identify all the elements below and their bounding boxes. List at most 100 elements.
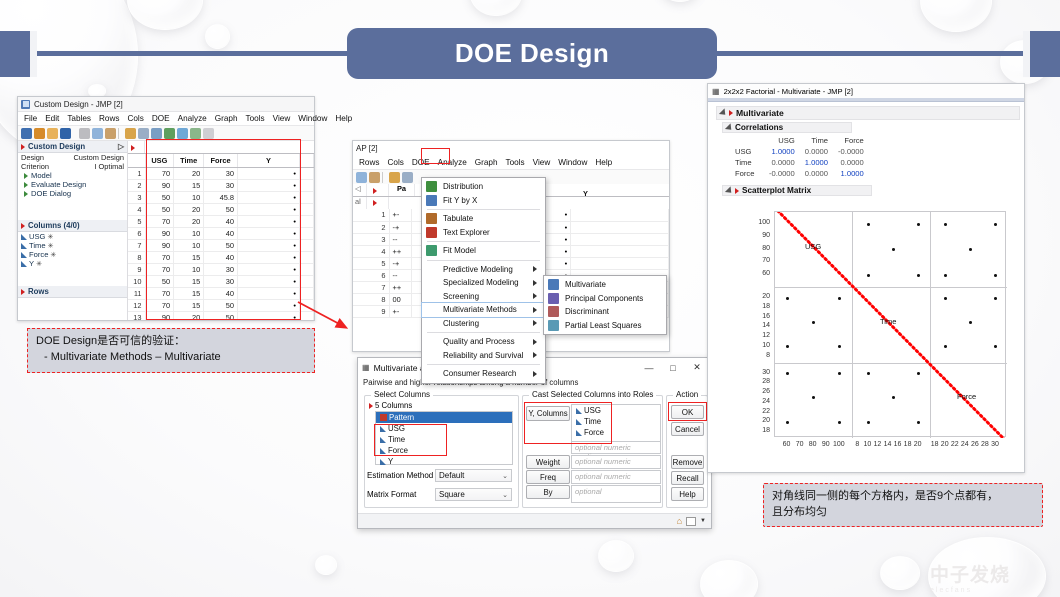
menu-analyze[interactable]: Analyze [434,158,471,167]
submenu-item-discriminant[interactable]: Discriminant [544,305,666,319]
menu-item-clustering[interactable]: Clustering [422,317,545,331]
red-triangle-menu-icon[interactable] [735,187,739,194]
help-button[interactable]: Help [671,487,704,501]
select-estimation-method[interactable]: Default ⌄ [435,469,512,482]
row-number[interactable]: 2 [128,179,146,192]
cell-usg[interactable]: 90 [145,311,175,320]
row-number[interactable]: 3 [128,191,146,204]
cell-force[interactable]: 30 [203,263,238,276]
table-row[interactable]: 8 70 15 40 • [128,251,314,264]
row-menu-icon[interactable] [131,145,135,151]
menu-doe[interactable]: DOE [148,114,174,123]
menu-rows[interactable]: Rows [95,114,123,123]
row-number[interactable]: 4 [128,203,146,216]
expand-triangle-icon[interactable] [24,190,28,197]
footer-box-icon[interactable] [686,516,697,526]
cell-pattern[interactable]: -+ [389,257,412,270]
menubar-analyze-window[interactable]: Rows Cols DOE Analyze Graph Tools View W… [353,156,669,170]
cell-force[interactable]: 50 [203,239,238,252]
menu-window[interactable]: Window [294,114,331,123]
menu-analyze[interactable]: Analyze [174,114,211,123]
cell-usg[interactable]: 50 [145,203,175,216]
role-button-by[interactable]: By [526,485,570,499]
menu-graph[interactable]: Graph [471,158,502,167]
expand-triangle-icon[interactable] [24,172,28,179]
role-button-y-columns[interactable]: Y, Columns [526,406,570,421]
col-header-usg[interactable]: USG [145,154,175,168]
cell-pattern[interactable]: -+ [389,221,412,234]
cell-force[interactable]: 40 [203,215,238,228]
window-custom-design[interactable]: Custom Design - JMP [2] File Edit Tables… [17,96,352,321]
cell-force[interactable]: 50 [203,311,238,320]
menu-cols[interactable]: Cols [123,114,147,123]
select-columns-listbox[interactable]: Pattern USG Time Force Y [375,411,513,467]
panel-header-design[interactable]: Custom Design ▷ [18,141,127,153]
submenu-item-partial-least-squares[interactable]: Partial Least Squares [544,319,666,333]
cell-y[interactable]: • [237,263,300,276]
menu-file[interactable]: File [20,114,41,123]
col-header-time[interactable]: Time [173,154,205,168]
cell-usg[interactable]: 70 [145,287,175,300]
column-item-usg[interactable]: USG ✳ [18,232,127,241]
open-recent-icon[interactable] [34,127,45,139]
role-item-usg[interactable]: USG [572,405,660,416]
cell-usg[interactable]: 70 [145,299,175,312]
cell-time[interactable]: 20 [173,215,205,228]
table-row[interactable]: 13 90 20 50 • [128,311,314,320]
role-slot-weight[interactable]: optional numeric [571,455,661,469]
table-row[interactable]: 7 90 10 50 • [128,239,314,252]
role-slot-by[interactable]: optional [571,485,661,503]
cell-usg[interactable]: 90 [145,227,175,240]
role-slot-y-columns[interactable]: USG Time Force [571,404,661,442]
col-header-force[interactable]: Force [203,154,238,168]
cell-time[interactable]: 10 [173,191,205,204]
cell-time[interactable]: 15 [173,287,205,300]
recall-button[interactable]: Recall [671,471,704,485]
home-icon[interactable]: ⌂ [677,516,682,526]
scatterplot-matrix-plot[interactable]: USG Time Force [774,211,1007,438]
role-button-freq[interactable]: Freq [526,470,570,484]
cell-usg[interactable]: 90 [145,179,175,192]
cell-force[interactable]: 40 [203,251,238,264]
menu-item-fit-y-by-x[interactable]: Fit Y by X [422,194,545,208]
cell-time[interactable]: 20 [173,311,205,320]
row-number[interactable]: 3 [353,233,390,246]
menu-help[interactable]: Help [591,158,616,167]
cell-pattern[interactable]: +- [389,305,412,318]
chevron-down-icon[interactable]: ▼ [700,518,706,524]
col-header-pattern[interactable]: Pa [389,184,415,196]
section-header-multivariate[interactable]: Multivariate [716,106,1020,120]
window-analyze[interactable]: AP [2] Rows Cols DOE Analyze Graph Tools… [352,140,670,384]
disclosure-arrow-icon[interactable] [724,122,735,133]
menu-help[interactable]: Help [331,114,356,123]
row-number[interactable]: 6 [128,227,146,240]
list-item-time[interactable]: Time [376,434,512,445]
col-header-y[interactable]: Y [237,154,300,168]
cell-pattern[interactable]: -- [389,269,412,282]
custom-design-grid[interactable]: USG Time Force Y 1 70 20 30 • 2 90 15 30 • 3 50 10 45… [128,154,314,320]
cell-usg[interactable]: 70 [145,263,175,276]
menu-item-consumer-research[interactable]: Consumer Research [422,367,545,381]
row-number[interactable]: 9 [353,305,390,318]
cell-pattern[interactable]: ++ [389,245,412,258]
menu-item-specialized-modeling[interactable]: Specialized Modeling [422,276,545,290]
cell-y[interactable]: • [237,167,300,180]
cell-force[interactable]: 45.8 [203,191,238,204]
disclosure-arrow-icon[interactable] [718,108,729,118]
menu-item-reliability-and-survival[interactable]: Reliability and Survival [422,349,545,363]
new-data-table-icon[interactable] [21,127,32,139]
disclosure-arrow-icon[interactable] [724,185,735,196]
table-row[interactable]: 11 70 15 40 • [128,287,314,300]
disclosure-triangle-icon[interactable] [21,222,25,229]
data-table-custom-design[interactable]: USG Time Force Y 1 70 20 30 • 2 90 15 30 • 3 50 10 45… [128,141,314,320]
copy-icon[interactable] [356,171,367,183]
cell-y[interactable]: • [237,275,300,288]
row-menu-icon[interactable] [373,188,377,194]
table-row[interactable]: 3 50 10 45.8 • [128,191,314,204]
design-item-evaluate-design[interactable]: Evaluate Design [18,180,127,189]
chevron-down-icon[interactable]: ⌄ [502,472,508,480]
maximize-button[interactable]: □ [663,363,683,373]
ok-button[interactable]: OK [671,405,704,419]
list-item-y[interactable]: Y [376,456,512,467]
row-number[interactable]: 5 [128,215,146,228]
